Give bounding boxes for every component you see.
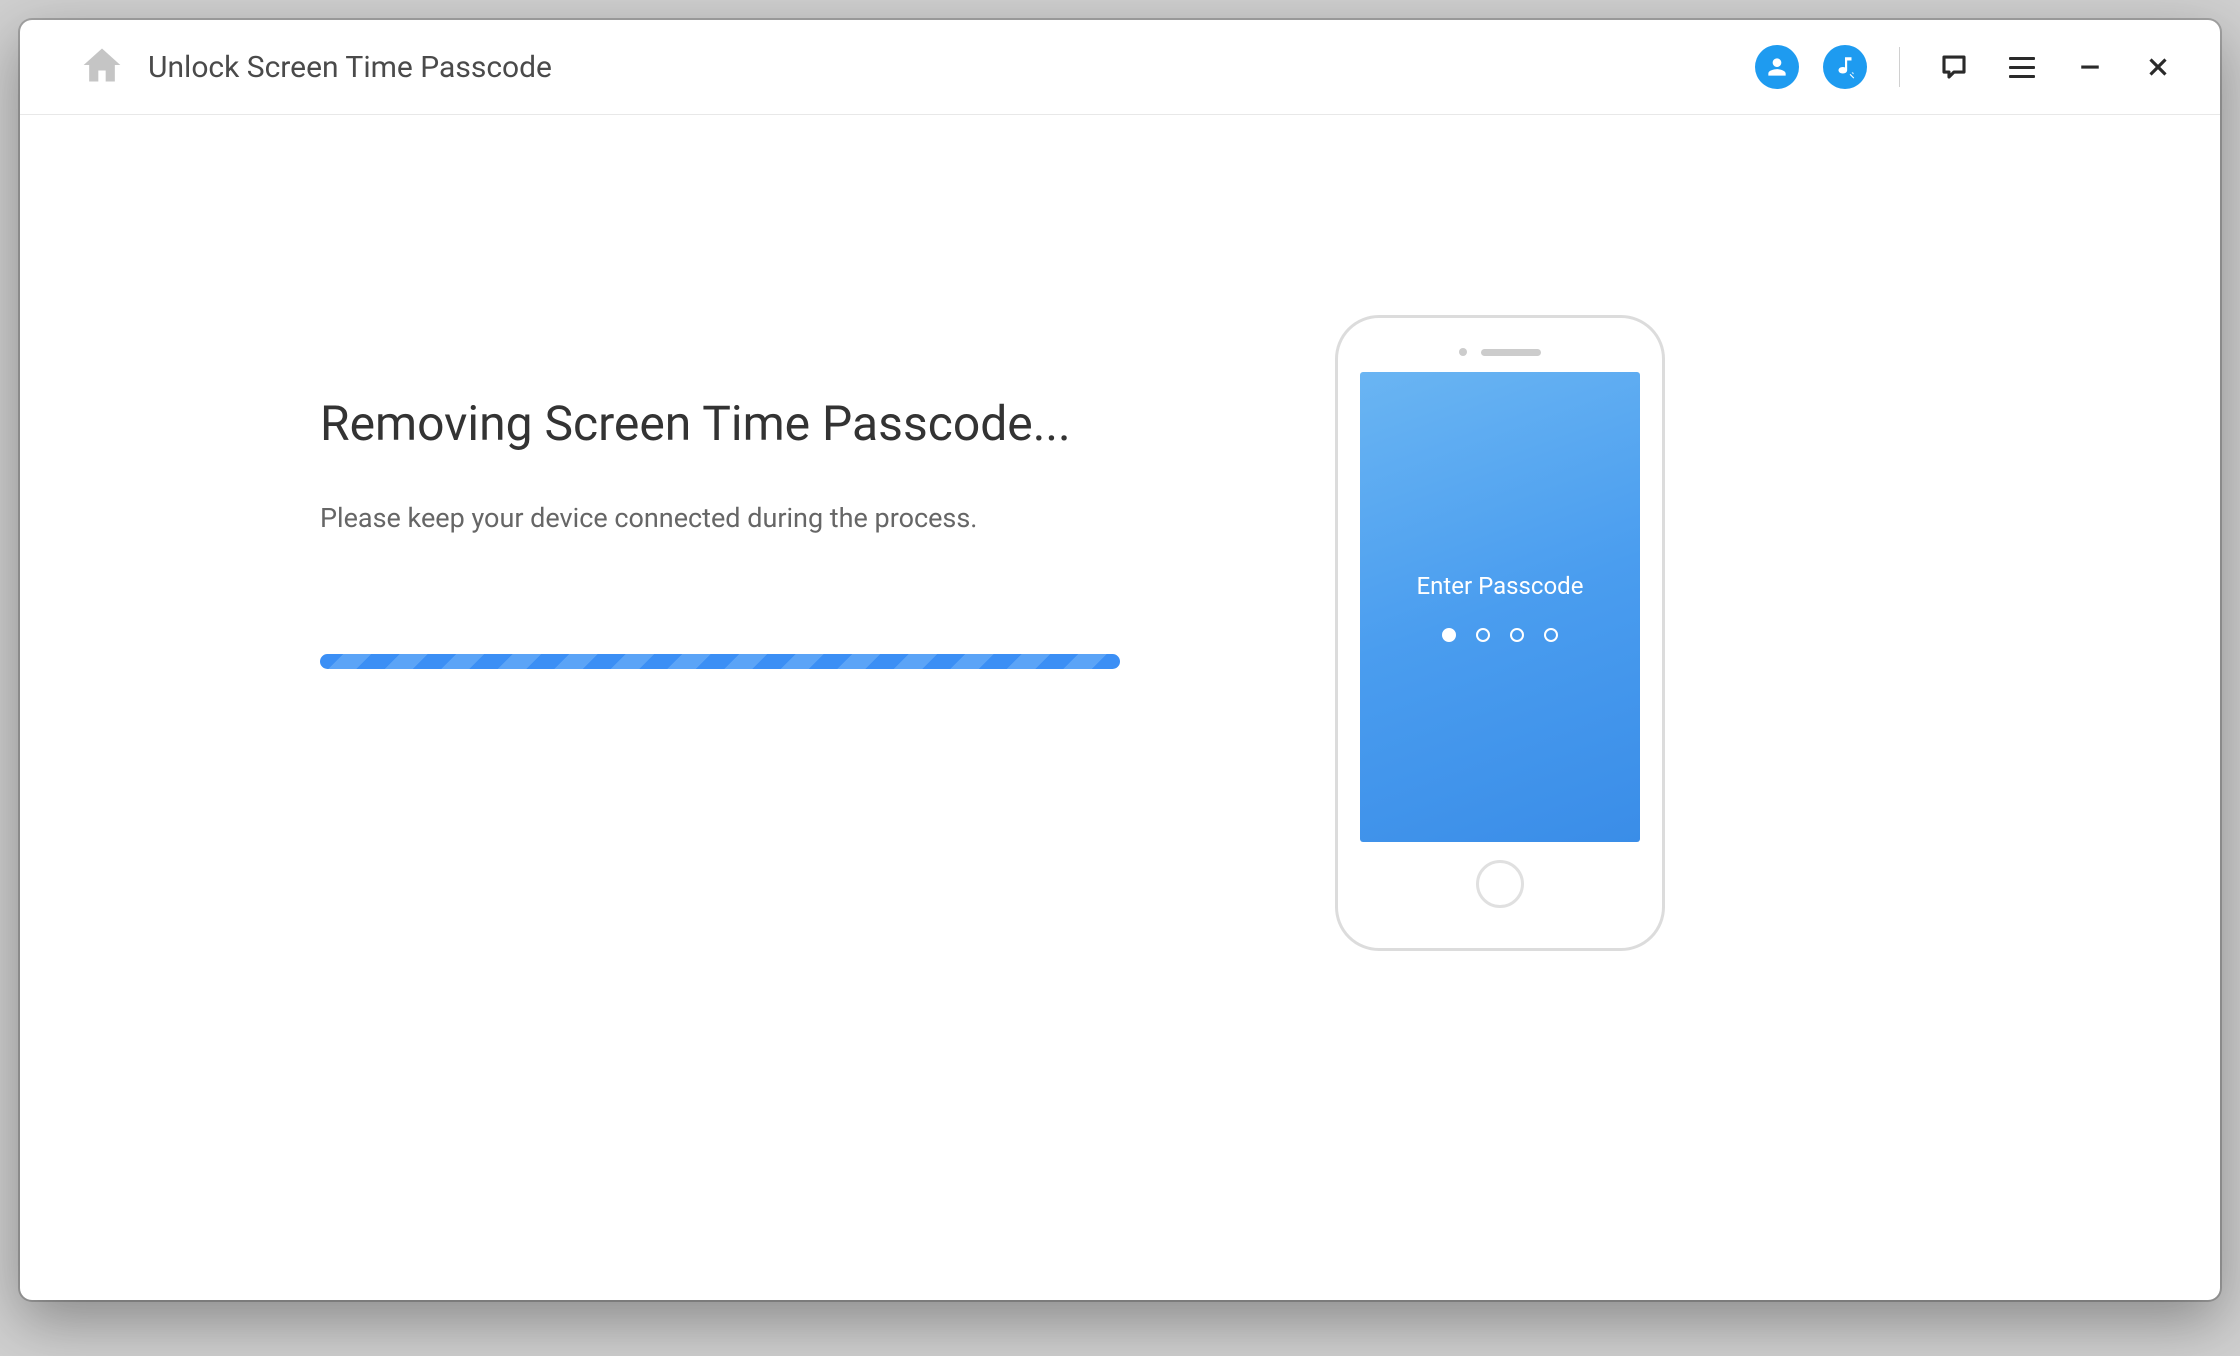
- progress-bar: [320, 654, 1120, 669]
- main-content: Removing Screen Time Passcode... Please …: [20, 115, 2220, 1300]
- passcode-dots: [1442, 628, 1558, 642]
- title-bar-right: [1755, 45, 2180, 89]
- phone-illustration: Enter Passcode: [1335, 315, 1665, 951]
- music-search-icon[interactable]: [1823, 45, 1867, 89]
- title-bar-left: Unlock Screen Time Passcode: [80, 43, 552, 91]
- account-icon[interactable]: [1755, 45, 1799, 89]
- passcode-dot-empty-icon: [1544, 628, 1558, 642]
- progress-subtext: Please keep your device connected during…: [320, 502, 1320, 534]
- menu-icon[interactable]: [2000, 45, 2044, 89]
- phone-home-button-icon: [1476, 860, 1524, 908]
- phone-camera-icon: [1459, 348, 1467, 356]
- phone-top: [1356, 332, 1644, 372]
- phone-speaker-icon: [1481, 349, 1541, 356]
- window-title: Unlock Screen Time Passcode: [148, 50, 552, 85]
- app-window: Unlock Screen Time Passcode: [20, 20, 2220, 1300]
- phone-illustration-section: Enter Passcode: [1320, 315, 1680, 1300]
- feedback-icon[interactable]: [1932, 45, 1976, 89]
- title-bar-separator: [1899, 47, 1900, 87]
- passcode-label: Enter Passcode: [1417, 572, 1584, 600]
- home-icon[interactable]: [80, 43, 124, 91]
- close-button[interactable]: [2136, 45, 2180, 89]
- text-section: Removing Screen Time Passcode... Please …: [320, 395, 1320, 1300]
- minimize-button[interactable]: [2068, 45, 2112, 89]
- passcode-dot-empty-icon: [1476, 628, 1490, 642]
- passcode-dot-filled-icon: [1442, 628, 1456, 642]
- passcode-dot-empty-icon: [1510, 628, 1524, 642]
- title-bar: Unlock Screen Time Passcode: [20, 20, 2220, 115]
- progress-heading: Removing Screen Time Passcode...: [320, 395, 1320, 452]
- phone-screen: Enter Passcode: [1360, 372, 1640, 842]
